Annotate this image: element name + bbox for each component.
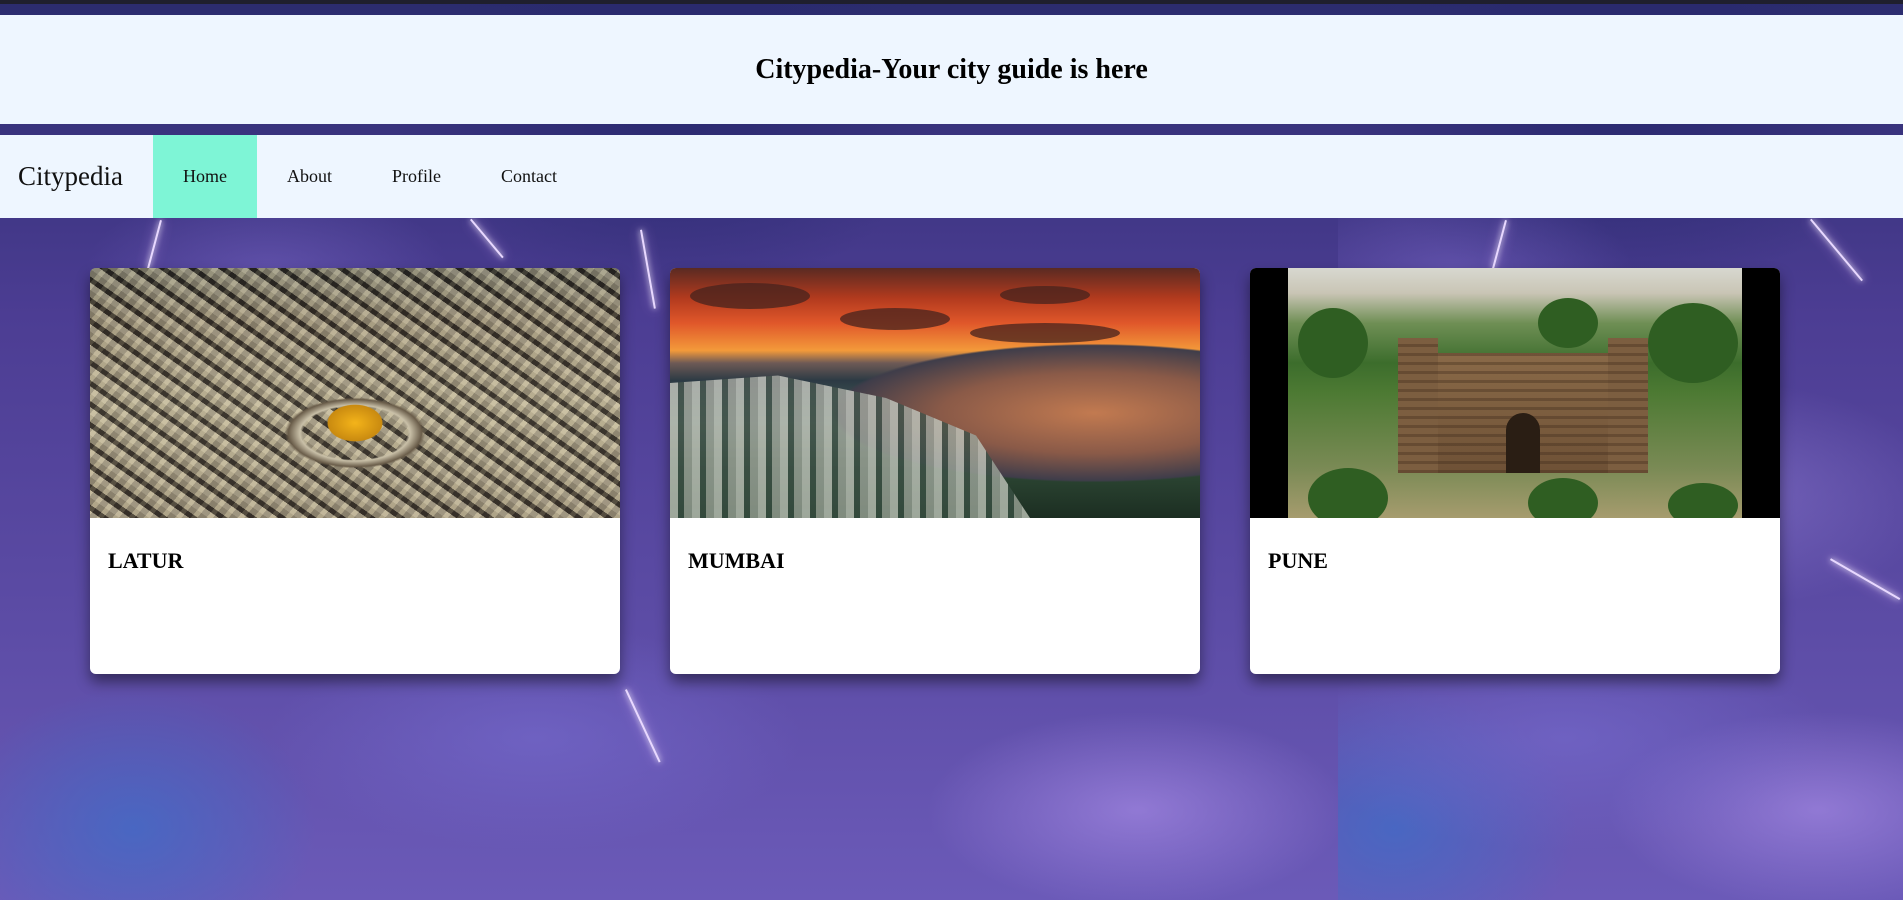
nav-item-about[interactable]: About: [257, 135, 362, 218]
city-card-title: LATUR: [108, 548, 184, 573]
main-navbar: Citypedia Home About Profile Contact: [0, 135, 1903, 218]
latur-image: [90, 268, 620, 518]
nav-item-profile[interactable]: Profile: [362, 135, 471, 218]
banner-title: Citypedia-Your city guide is here: [755, 53, 1148, 85]
brand-logo[interactable]: Citypedia: [0, 135, 153, 218]
city-card-title: PUNE: [1268, 548, 1328, 573]
city-card-pune[interactable]: PUNE: [1250, 268, 1780, 674]
city-card-title: MUMBAI: [688, 548, 785, 573]
browser-top-strip: [0, 0, 1903, 4]
site-banner: Citypedia-Your city guide is here: [0, 15, 1903, 124]
nav-item-contact[interactable]: Contact: [471, 135, 587, 218]
pune-image: [1250, 268, 1780, 518]
city-cards: LATUR MUMBAI PUNE: [90, 268, 1780, 674]
city-card-mumbai[interactable]: MUMBAI: [670, 268, 1200, 674]
city-card-latur[interactable]: LATUR: [90, 268, 620, 674]
nav-item-home[interactable]: Home: [152, 135, 257, 218]
mumbai-image: [670, 268, 1200, 518]
